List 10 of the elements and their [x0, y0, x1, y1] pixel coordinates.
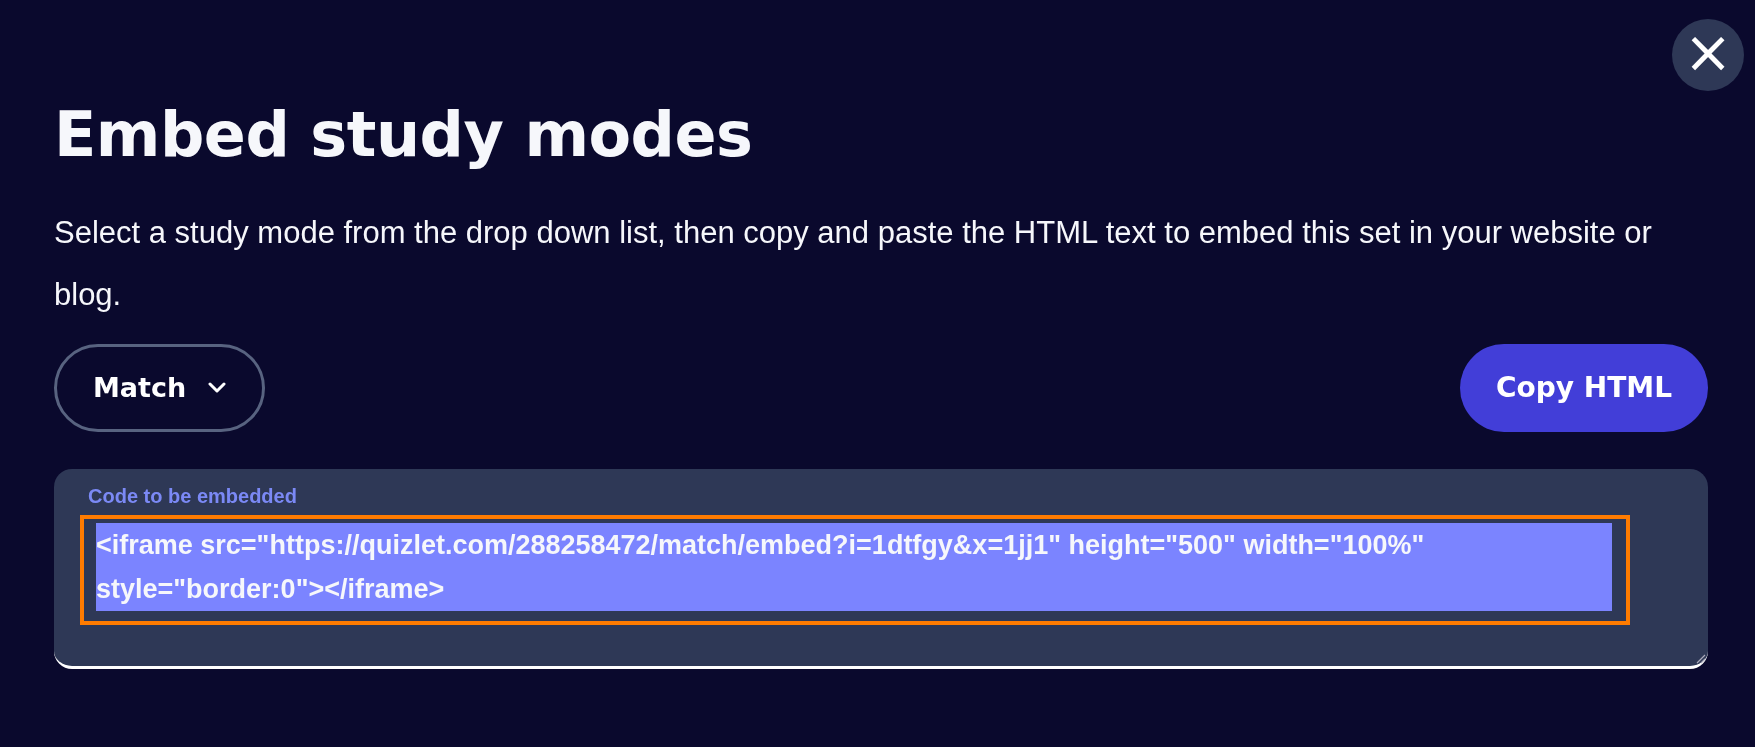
chevron-down-icon — [208, 382, 227, 395]
mode-dropdown[interactable]: Match — [54, 344, 266, 433]
copy-html-button[interactable]: Copy HTML — [1459, 344, 1708, 433]
dialog-title: Embed study modes — [54, 98, 754, 173]
close-button[interactable]: × — [1672, 19, 1744, 91]
code-text: <iframe src="https://quizlet.com/288258472/match/embed?i=1dtfgy&x=1jj1" height="500" width="100%" style="border:0"></iframe> — [96, 523, 1612, 612]
description-text: Select a study mode from the drop down list, then copy and paste the HTML text to embed this set in your website or blog. — [54, 214, 1653, 315]
code-field[interactable]: Code to be embedded <iframe src="https://quizlet.com/288258472/match/embed?i=1dtfgy&x=1jj1" height="500" width="100%" style="border:0"></iframe> — [54, 469, 1708, 670]
resize-grip-icon[interactable] — [1696, 654, 1706, 665]
field-label: Code to be embedded — [88, 484, 298, 510]
